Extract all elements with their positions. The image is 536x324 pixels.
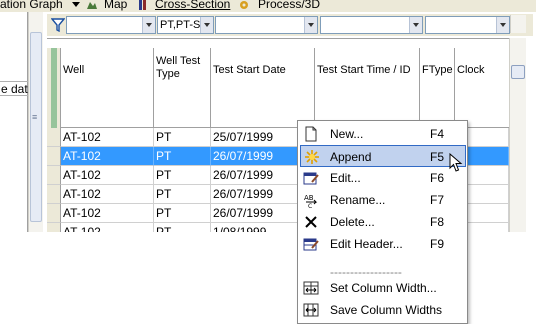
filter-combo-value: PT,PT-S [160,19,201,31]
menu-item-delete[interactable]: Delete... F8 [300,211,466,233]
column-header-well[interactable]: Well [61,48,154,128]
table-cell[interactable]: PT [154,185,211,204]
menu-item-label: Edit Header... [330,237,403,251]
map-icon [87,2,97,9]
row-header[interactable] [47,223,61,232]
cross-section-icon [139,0,146,10]
toolbar: ation Graph Map Cross-Section Process/3D [0,0,536,12]
menu-item-label: Set Column Width... [330,281,437,295]
menu-item-label: Save Column Widths [330,303,443,317]
scroll-up-button[interactable] [510,15,526,33]
table-cell[interactable]: PT [154,204,211,223]
filter-combo-well[interactable] [66,16,156,34]
column-header-start-time[interactable]: Test Start Time / ID [315,48,420,128]
menu-item-label: Edit... [330,171,361,185]
toolbar-item-process-3d[interactable]: Process/3D [258,0,320,12]
header-row-marker [47,48,61,128]
table-cell[interactable]: AT-102 [61,128,154,147]
column-header-test-type[interactable]: Well Test Type [154,48,211,128]
mouse-pointer-icon [449,153,463,172]
table-cell[interactable]: AT-102 [61,166,154,185]
menu-item-edit-header[interactable]: Edit Header... F9 [300,233,466,255]
table-cell[interactable]: AT-102 [61,204,154,223]
toolbar-item-cross-section[interactable]: Cross-Section [155,0,230,12]
column-header-clock[interactable]: Clock [455,48,509,128]
column-header-ftype[interactable]: FType [420,48,455,128]
menu-item-shortcut: F9 [430,237,445,251]
row-header[interactable] [47,166,61,185]
menu-item-label: Append [330,150,372,164]
filter-combo-start-time[interactable] [320,16,423,34]
menu-item-shortcut: F7 [430,193,445,207]
edit-grid-icon [303,172,319,185]
gear-icon [240,1,248,9]
chevron-down-icon[interactable] [142,17,155,33]
svg-text:AB: AB [304,194,314,202]
menu-item-shortcut: F8 [430,215,445,229]
menu-item-edit[interactable]: Edit... F6 [300,167,466,189]
filter-combo-ftype[interactable] [425,16,510,34]
chevron-down-icon[interactable] [409,17,422,33]
menu-item-new[interactable]: New... F4 [300,123,466,145]
left-scroll-thumb[interactable] [30,32,42,222]
right-scrollbar[interactable] [509,38,526,232]
toolbar-item-map[interactable]: Map [104,0,127,12]
svg-text:C: C [308,203,312,208]
filter-row: PT,PT-S [47,14,533,36]
left-scrollbar[interactable]: ≡ [28,12,43,232]
rename-icon: ABC [304,194,318,208]
chevron-down-icon[interactable] [304,17,317,33]
menu-item-shortcut: F4 [430,127,445,141]
filter-combo-test-type[interactable]: PT,PT-S [157,16,214,34]
menu-item-append[interactable]: Append F5 [300,145,466,167]
table-cell[interactable]: AT-102 [61,185,154,204]
toolbar-item-graph[interactable]: ation Graph [0,0,63,12]
grid-header: Well Well Test Type Test Start Date Test… [47,48,509,128]
grip-icon: ≡ [32,112,38,122]
menu-item-label: Delete... [330,215,375,229]
edit-header-icon [303,238,319,251]
caret-down-icon[interactable] [70,0,82,10]
table-cell[interactable]: PT [154,223,211,232]
menu-item-set-column-width[interactable]: Set Column Width... [300,277,466,299]
new-document-icon [305,126,317,142]
menu-item-label: Rename... [330,193,386,207]
save-column-widths-icon [303,303,319,317]
table-cell[interactable]: AT-102 [61,147,154,166]
context-menu: New... F4 Append F5 Edit... F6 AB C Renam… [297,120,468,324]
filter-combo-start-date[interactable] [215,16,318,34]
table-cell[interactable]: PT [154,166,211,185]
delete-x-icon [305,216,317,228]
menu-item-save-column-widths[interactable]: Save Column Widths [300,299,466,321]
menu-item-shortcut: F5 [430,150,445,164]
right-scroll-thumb[interactable] [511,65,525,79]
menu-item-rename[interactable]: AB C Rename... F7 [300,189,466,211]
table-cell[interactable]: PT [154,128,211,147]
row-header[interactable] [47,185,61,204]
left-panel [0,12,28,232]
menu-item-label: New... [330,127,364,141]
left-panel-text: e dat [0,81,28,96]
chevron-down-icon[interactable] [200,17,213,33]
chevron-down-icon[interactable] [496,17,509,33]
append-star-icon [305,150,319,164]
column-header-start-date[interactable]: Test Start Date [211,48,315,128]
table-cell[interactable]: PT [154,147,211,166]
row-header[interactable] [47,147,61,166]
row-header[interactable] [47,128,61,147]
set-column-width-icon [303,281,319,295]
row-header[interactable] [47,204,61,223]
funnel-icon[interactable] [51,18,65,32]
table-cell[interactable]: AT-102 [61,223,154,232]
menu-item-shortcut: F6 [430,171,445,185]
